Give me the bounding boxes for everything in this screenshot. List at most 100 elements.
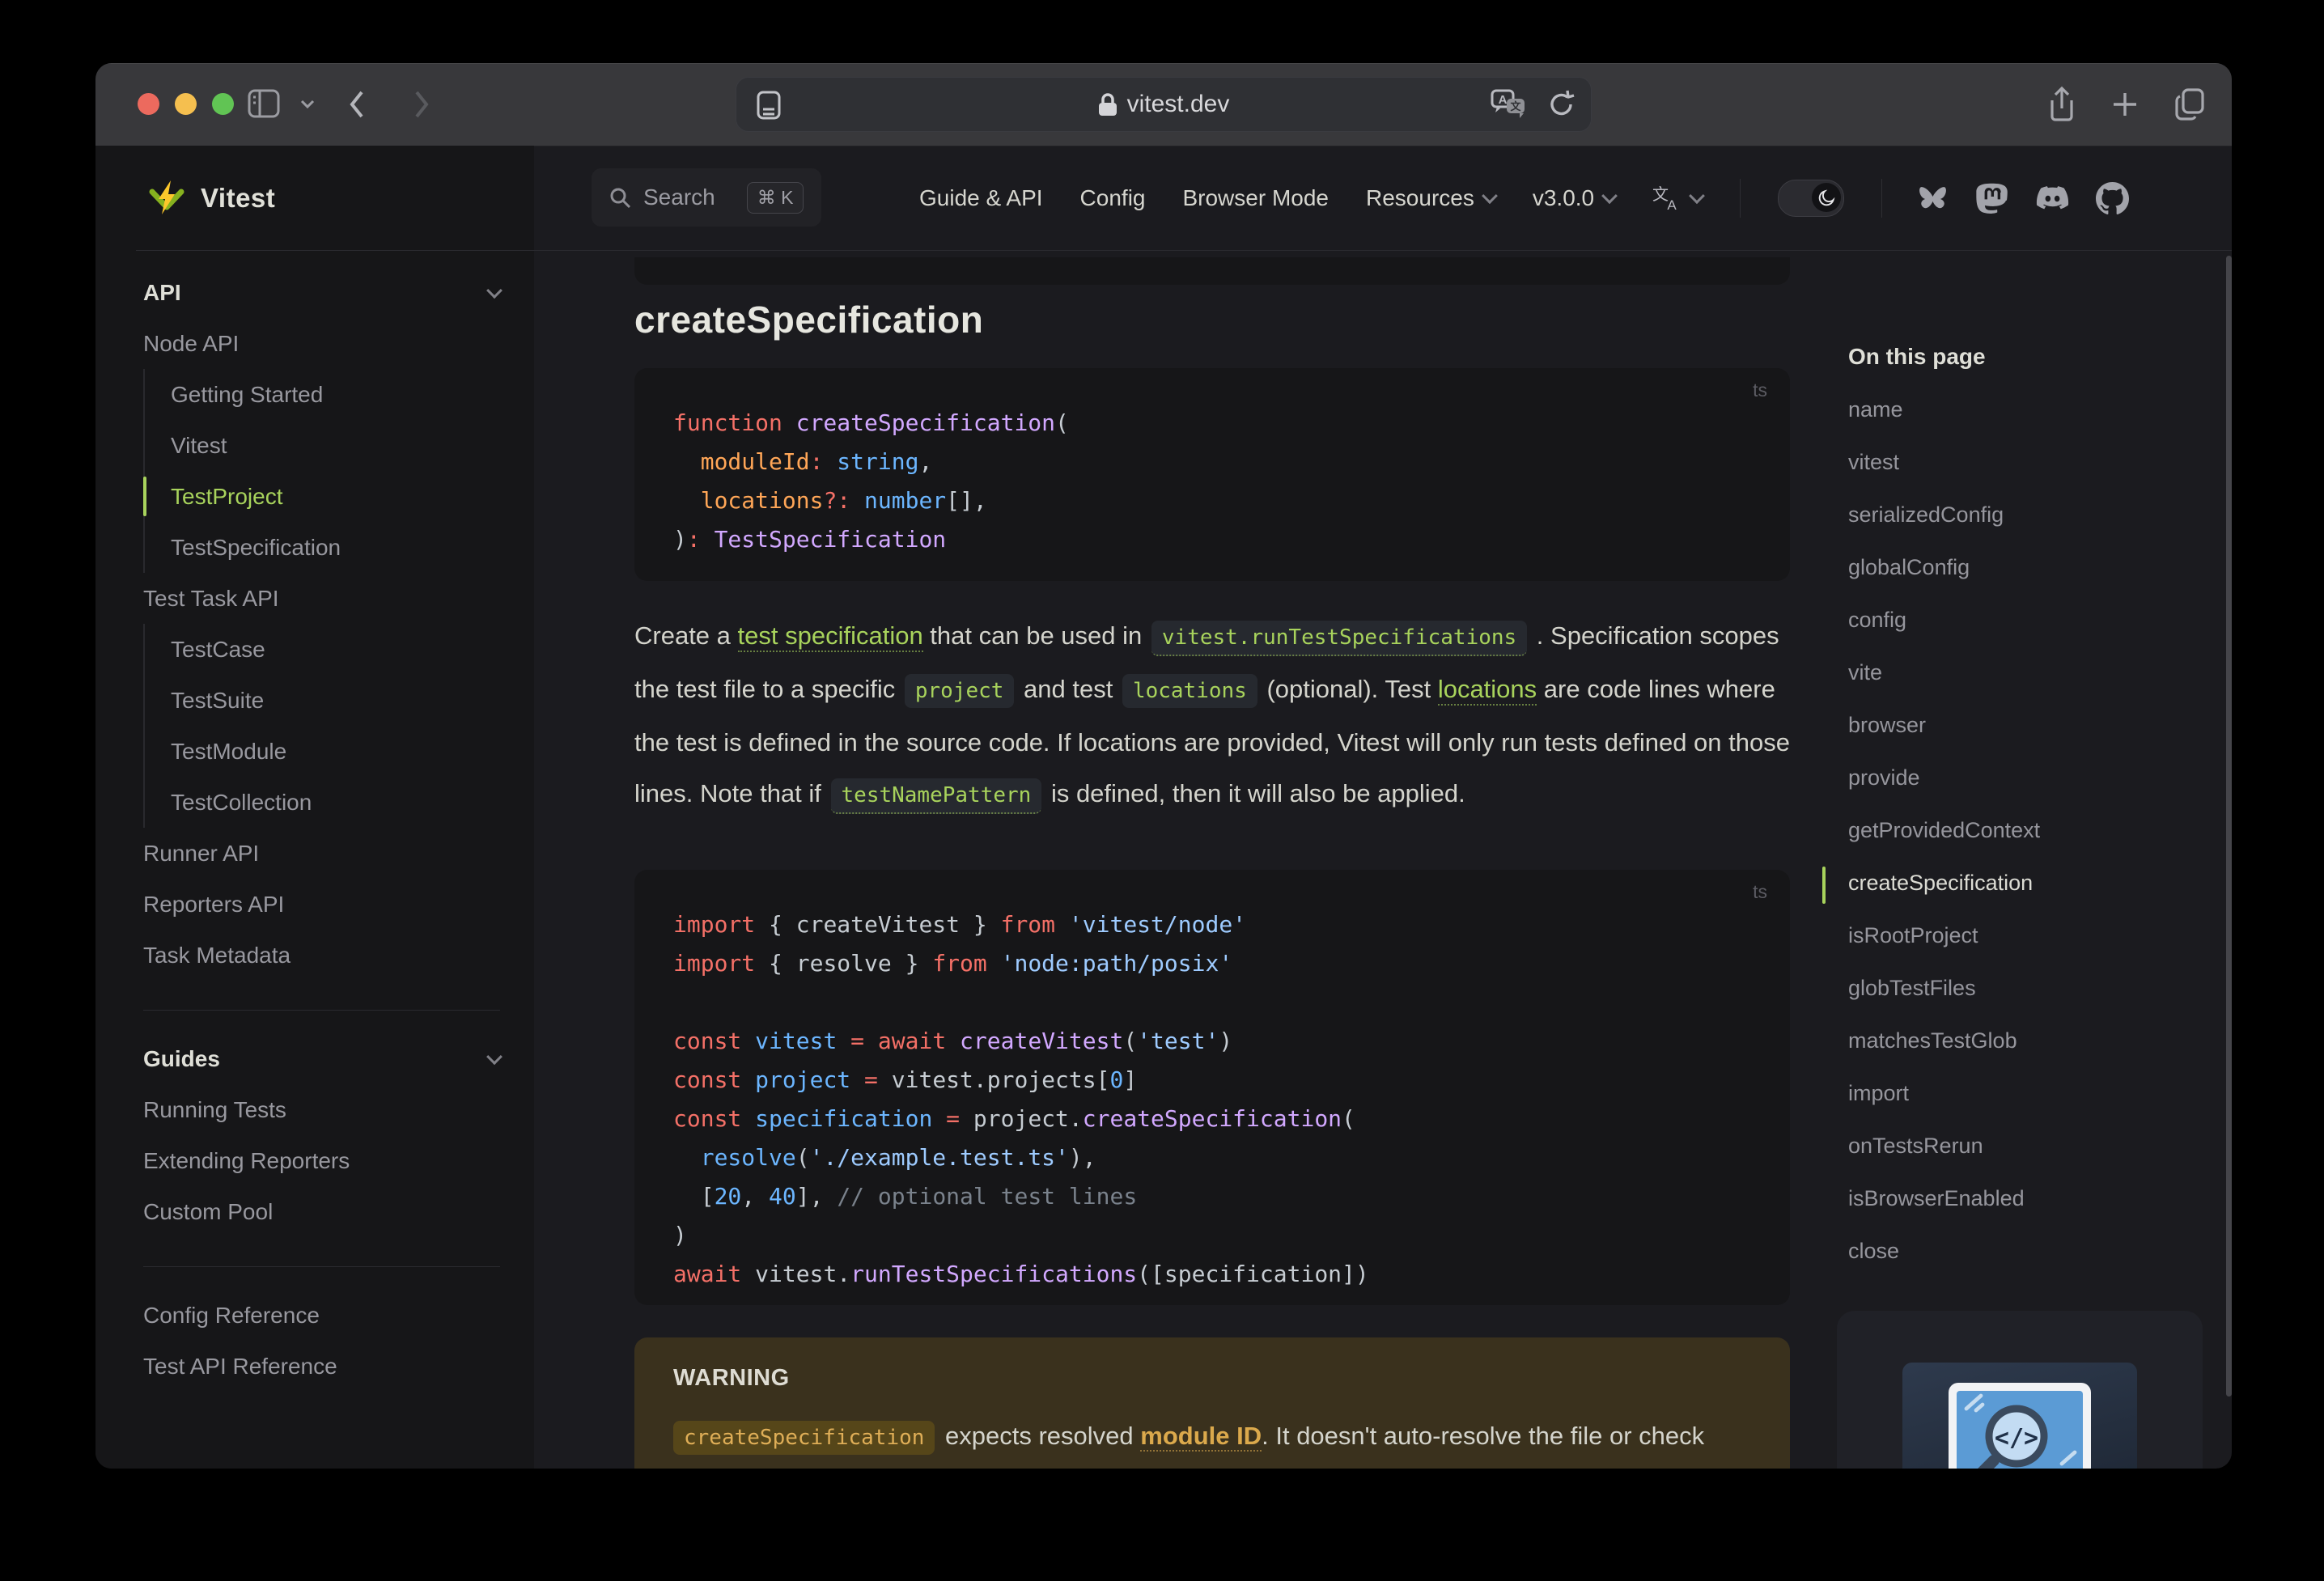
svg-text:</>: </> bbox=[1995, 1424, 2038, 1452]
toc-item-close[interactable]: close bbox=[1822, 1225, 2232, 1278]
lock-icon bbox=[1098, 92, 1117, 117]
text-run: expects resolved bbox=[938, 1422, 1141, 1450]
minimize-window-button[interactable] bbox=[175, 93, 197, 115]
code-line: await vitest.runTestSpecifications([spec… bbox=[673, 1261, 1369, 1287]
sidebar-item-runner-api[interactable]: Runner API bbox=[143, 828, 500, 879]
code-block-example: ts import { createVitest } from 'vitest/… bbox=[634, 870, 1790, 1305]
zoom-window-button[interactable] bbox=[212, 93, 234, 115]
sponsor-card[interactable]: </> bbox=[1837, 1311, 2203, 1469]
inline-link[interactable]: test specification bbox=[737, 621, 923, 652]
theme-toggle[interactable] bbox=[1778, 180, 1845, 217]
forward-button[interactable] bbox=[413, 89, 430, 120]
inline-code: locations bbox=[1122, 674, 1257, 708]
sidebar-divider bbox=[143, 1266, 500, 1267]
svg-text:文: 文 bbox=[1510, 100, 1521, 113]
sidebar-item-testspecification[interactable]: TestSpecification bbox=[171, 522, 500, 573]
text-run: (optional). Test bbox=[1259, 675, 1438, 703]
sidebar-item-testsuite[interactable]: TestSuite bbox=[171, 675, 500, 726]
toc-item-serializedconfig[interactable]: serializedConfig bbox=[1822, 489, 2232, 541]
share-icon[interactable] bbox=[2046, 86, 2078, 123]
toc-item-globtestfiles[interactable]: globTestFiles bbox=[1822, 962, 2232, 1015]
toc-item-config[interactable]: config bbox=[1822, 594, 2232, 646]
code-line: import { resolve } from 'node:path/posix… bbox=[673, 950, 1233, 977]
close-window-button[interactable] bbox=[138, 93, 159, 115]
code-line: [20, 40], // optional test lines bbox=[673, 1183, 1138, 1210]
moon-icon bbox=[1818, 189, 1835, 206]
sidebar-item-running-tests[interactable]: Running Tests bbox=[143, 1084, 500, 1135]
toc-item-vite[interactable]: vite bbox=[1822, 646, 2232, 699]
sidebar-section-guides[interactable]: Guides bbox=[143, 1033, 503, 1084]
toc-item-provide[interactable]: provide bbox=[1822, 752, 2232, 804]
github-icon[interactable] bbox=[2096, 181, 2130, 215]
toc-item-matchestestglob[interactable]: matchesTestGlob bbox=[1822, 1015, 2232, 1067]
navbar-menu: Guide & API Config Browser Mode Resources v3… bbox=[919, 146, 2204, 251]
language-button[interactable]: 文 A bbox=[1652, 184, 1706, 213]
discord-icon[interactable] bbox=[2036, 182, 2069, 215]
address-bar[interactable]: vitest.dev A 文 bbox=[736, 77, 1592, 132]
toc-item-vitest[interactable]: vitest bbox=[1822, 436, 2232, 489]
sidebar-item-vitest[interactable]: Vitest bbox=[171, 420, 500, 471]
inline-link[interactable]: module ID bbox=[1140, 1422, 1262, 1452]
code-line: const project = vitest.projects[0] bbox=[673, 1066, 1138, 1093]
nav-item-v3-0-0[interactable]: v3.0.0 bbox=[1533, 185, 1618, 211]
back-button[interactable] bbox=[348, 89, 366, 120]
toc-item-ontestsrerun[interactable]: onTestsRerun bbox=[1822, 1120, 2232, 1172]
toc-item-import[interactable]: import bbox=[1822, 1067, 2232, 1120]
search-button[interactable]: Search ⌘ K bbox=[592, 168, 821, 227]
new-tab-icon[interactable] bbox=[2109, 88, 2141, 121]
translate-icon[interactable]: A 文 bbox=[1491, 89, 1528, 120]
bluesky-icon[interactable] bbox=[1916, 182, 1949, 215]
inline-code: createSpecification bbox=[673, 1421, 935, 1455]
toc-item-getprovidedcontext[interactable]: getProvidedContext bbox=[1822, 804, 2232, 857]
mastodon-icon[interactable] bbox=[1976, 182, 2009, 215]
inline-link[interactable]: testNamePattern bbox=[830, 778, 1042, 814]
inline-link[interactable]: vitest.runTestSpecifications bbox=[1151, 621, 1528, 656]
sidebar-item-test-task-api[interactable]: Test Task API bbox=[143, 573, 500, 624]
page-scrollbar[interactable] bbox=[2226, 256, 2232, 1397]
sidebar-item-testcollection[interactable]: TestCollection bbox=[171, 777, 500, 828]
sidebar-item-node-api[interactable]: Node API bbox=[143, 318, 500, 369]
toc-title: On this page bbox=[1848, 344, 1986, 369]
nav-item-guide-api[interactable]: Guide & API bbox=[919, 185, 1043, 211]
code-line: moduleId: string, bbox=[700, 448, 933, 475]
toc-item-isrootproject[interactable]: isRootProject bbox=[1822, 909, 2232, 962]
sidebar-item-testproject[interactable]: TestProject bbox=[143, 471, 500, 522]
sidebar-toggle-icon[interactable] bbox=[248, 88, 282, 121]
tab-overview-icon[interactable] bbox=[2172, 87, 2207, 122]
sidebar-item-task-metadata[interactable]: Task Metadata bbox=[143, 930, 500, 981]
nav-item-label: Guide & API bbox=[919, 185, 1043, 210]
sidebar-item-testmodule[interactable]: TestModule bbox=[171, 726, 500, 777]
nav-item-resources[interactable]: Resources bbox=[1366, 185, 1498, 211]
browser-window: vitest.dev A 文 Vitest Search ⌘ K Guide &… bbox=[95, 63, 2232, 1469]
toc-item-isbrowserenabled[interactable]: isBrowserEnabled bbox=[1822, 1172, 2232, 1225]
sidebar-item-test-api-reference[interactable]: Test API Reference bbox=[143, 1341, 500, 1392]
toc-item-browser[interactable]: browser bbox=[1822, 699, 2232, 752]
sidebar-item-extending-reporters[interactable]: Extending Reporters bbox=[143, 1135, 500, 1186]
page-title: createSpecification bbox=[634, 299, 984, 341]
nav-item-label: Resources bbox=[1366, 185, 1474, 210]
sidebar-item-testcase[interactable]: TestCase bbox=[171, 624, 500, 675]
sidebar-section-label: Guides bbox=[143, 1045, 220, 1071]
vitest-logo[interactable]: Vitest bbox=[147, 146, 275, 251]
warning-title: WARNING bbox=[673, 1365, 790, 1391]
toc-item-name[interactable]: name bbox=[1822, 384, 2232, 436]
reload-icon[interactable] bbox=[1547, 89, 1576, 120]
nav-item-label: Config bbox=[1079, 185, 1146, 210]
sidebar-item-getting-started[interactable]: Getting Started bbox=[171, 369, 500, 420]
nav-item-config[interactable]: Config bbox=[1080, 185, 1146, 211]
sidebar-item-config-reference[interactable]: Config Reference bbox=[143, 1290, 500, 1341]
on-this-page: On this page name vitest serializedConfig g… bbox=[1822, 330, 2232, 1278]
sidebar-menu-chevron-icon[interactable] bbox=[299, 99, 316, 110]
screenshot-root: { "colors":{"brand":"#a8d35c","page_bg":… bbox=[0, 0, 2324, 1581]
sidebar-item-reporters-api[interactable]: Reporters API bbox=[143, 879, 500, 930]
browser-toolbar: vitest.dev A 文 bbox=[95, 63, 2232, 146]
code-line: import { createVitest } from 'vitest/nod… bbox=[673, 911, 1247, 938]
toc-item-globalconfig[interactable]: globalConfig bbox=[1822, 541, 2232, 594]
text-run: that can be used in bbox=[922, 621, 1149, 650]
toc-item-createspecification[interactable]: createSpecification bbox=[1822, 857, 2232, 909]
inline-link[interactable]: locations bbox=[1437, 675, 1537, 706]
sidebar-section-api[interactable]: API bbox=[143, 267, 503, 318]
sidebar-item-custom-pool[interactable]: Custom Pool bbox=[143, 1186, 500, 1237]
nav-item-browser-mode[interactable]: Browser Mode bbox=[1182, 185, 1329, 211]
url-display: vitest.dev bbox=[736, 78, 1591, 131]
